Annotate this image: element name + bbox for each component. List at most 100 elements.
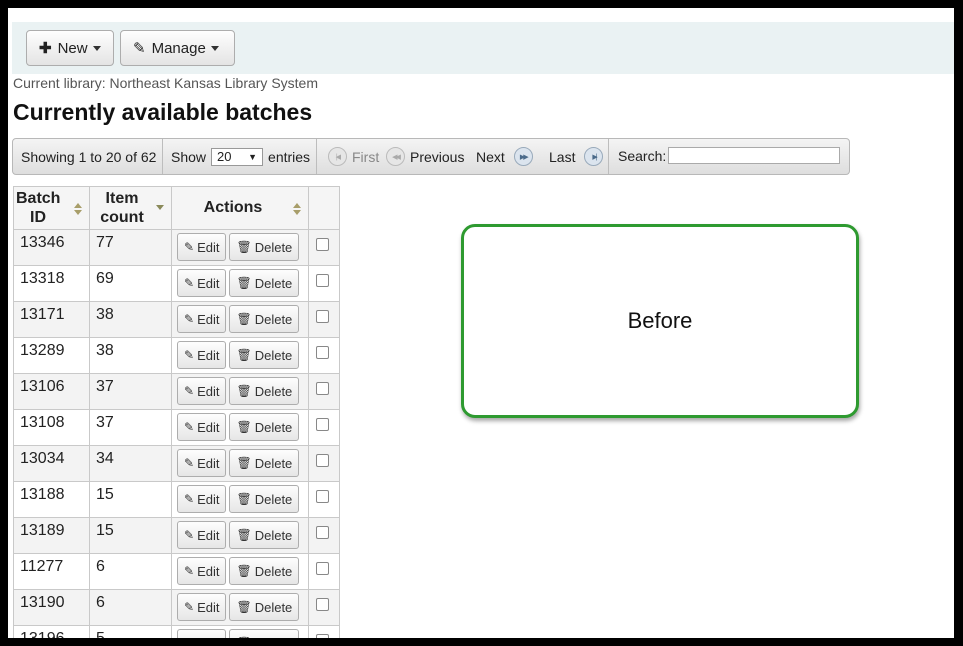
item-count-cell: 5: [89, 625, 172, 638]
column-header-item-count[interactable]: Item count: [89, 186, 172, 230]
row-checkbox[interactable]: [316, 526, 329, 539]
row-checkbox[interactable]: [316, 310, 329, 323]
edit-button[interactable]: ✎Edit: [177, 629, 227, 639]
edit-button[interactable]: ✎Edit: [177, 557, 227, 585]
row-checkbox[interactable]: [316, 634, 329, 638]
batch-id-cell: 13034: [13, 445, 90, 482]
select-cell: [308, 517, 340, 554]
annotation-callout: Before: [461, 224, 859, 418]
edit-button[interactable]: ✎Edit: [177, 341, 227, 369]
select-cell: [308, 301, 340, 338]
edit-icon: ✎: [184, 420, 195, 434]
actions-cell: ✎Edit🗑Delete: [171, 373, 309, 410]
page-title: Currently available batches: [13, 99, 313, 125]
trash-icon: 🗑: [236, 528, 252, 542]
edit-button[interactable]: ✎Edit: [177, 593, 227, 621]
page-size-control: Show 20 ▼ entries: [171, 139, 310, 174]
new-button-label: New: [57, 39, 88, 57]
actions-cell: ✎Edit🗑Delete: [171, 265, 309, 302]
edit-button-label: Edit: [197, 599, 220, 615]
last-page-button[interactable]: Last ▶|: [549, 139, 604, 174]
manage-button[interactable]: ✎ Manage: [120, 30, 235, 66]
edit-button[interactable]: ✎Edit: [177, 305, 227, 333]
next-page-button[interactable]: Next ▶▶: [476, 139, 533, 174]
first-page-button[interactable]: |◀ First: [328, 139, 379, 174]
actions-cell: ✎Edit🗑Delete: [171, 229, 309, 266]
row-checkbox[interactable]: [316, 238, 329, 251]
select-cell: [308, 373, 340, 410]
delete-button[interactable]: 🗑Delete: [229, 557, 300, 585]
delete-button[interactable]: 🗑Delete: [229, 341, 300, 369]
edit-button[interactable]: ✎Edit: [177, 449, 227, 477]
actions-cell: ✎Edit🗑Delete: [171, 553, 309, 590]
delete-button-label: Delete: [254, 599, 293, 615]
table-row: 11277 6 ✎ Edit 🗑 Delete: [13, 553, 340, 590]
annotation-text: Before: [627, 308, 693, 333]
delete-button[interactable]: 🗑Delete: [229, 449, 300, 477]
delete-button-label: Delete: [254, 419, 293, 435]
trash-icon: 🗑: [236, 492, 252, 506]
item-count-cell: 69: [89, 265, 172, 302]
actions-cell: ✎Edit🗑Delete: [171, 337, 309, 374]
batch-id-cell: 13189: [13, 517, 90, 554]
delete-button[interactable]: 🗑Delete: [229, 521, 300, 549]
delete-button[interactable]: 🗑Delete: [229, 233, 300, 261]
edit-icon: ✎: [133, 40, 146, 57]
row-checkbox[interactable]: [316, 454, 329, 467]
row-checkbox[interactable]: [316, 418, 329, 431]
column-header-batch-id[interactable]: Batch ID: [13, 186, 90, 230]
actions-cell: ✎Edit🗑Delete: [171, 445, 309, 482]
edit-button-label: Edit: [197, 527, 220, 543]
row-checkbox[interactable]: [316, 490, 329, 503]
table-row: 13346 77 ✎ Edit 🗑 Delete: [13, 229, 340, 266]
edit-button[interactable]: ✎Edit: [177, 521, 227, 549]
edit-button-label: Edit: [197, 563, 220, 579]
row-checkbox[interactable]: [316, 382, 329, 395]
delete-button[interactable]: 🗑Delete: [229, 377, 300, 405]
new-button[interactable]: ✚ New: [26, 30, 114, 66]
row-checkbox[interactable]: [316, 598, 329, 611]
edit-button[interactable]: ✎Edit: [177, 413, 227, 441]
delete-button-label: Delete: [254, 563, 293, 579]
delete-button[interactable]: 🗑Delete: [229, 593, 300, 621]
delete-button[interactable]: 🗑Delete: [229, 629, 300, 638]
page-size-select[interactable]: 20 ▼: [211, 147, 264, 166]
edit-icon: ✎: [184, 600, 195, 614]
edit-icon: ✎: [184, 456, 195, 470]
edit-button[interactable]: ✎Edit: [177, 269, 227, 297]
previous-page-button[interactable]: ◀◀ Previous: [386, 139, 464, 174]
column-header-actions[interactable]: Actions: [171, 186, 309, 230]
row-checkbox[interactable]: [316, 274, 329, 287]
delete-button[interactable]: 🗑Delete: [229, 305, 300, 333]
table-row: 13190 6 ✎ Edit 🗑 Delete: [13, 589, 340, 626]
row-checkbox[interactable]: [316, 346, 329, 359]
edit-button-label: Edit: [197, 491, 220, 507]
table-pager: Showing 1 to 20 of 62 Show 20 ▼ entries …: [12, 138, 850, 175]
table-row: 13171 38 ✎ Edit 🗑 Delete: [13, 301, 340, 338]
toolbar: ✚ New ✎ Manage: [12, 22, 954, 74]
edit-button[interactable]: ✎Edit: [177, 233, 227, 261]
actions-cell: ✎Edit🗑Delete: [171, 517, 309, 554]
plus-icon: ✚: [39, 40, 52, 57]
select-cell: [308, 445, 340, 482]
select-cell: [308, 589, 340, 626]
edit-button-label: Edit: [197, 636, 219, 639]
item-count-cell: 6: [89, 589, 172, 626]
row-checkbox[interactable]: [316, 562, 329, 575]
delete-button[interactable]: 🗑Delete: [229, 413, 300, 441]
delete-button-label: Delete: [254, 347, 293, 363]
delete-button-label: Delete: [254, 491, 293, 507]
edit-button[interactable]: ✎Edit: [177, 485, 227, 513]
edit-button[interactable]: ✎Edit: [177, 377, 227, 405]
batch-id-cell: 13108: [13, 409, 90, 446]
actions-cell: ✎Edit🗑Delete: [171, 589, 309, 626]
search-control: Search:: [618, 138, 841, 173]
search-input[interactable]: [668, 147, 841, 164]
delete-button[interactable]: 🗑Delete: [229, 269, 300, 297]
delete-button[interactable]: 🗑Delete: [229, 485, 300, 513]
item-count-cell: 37: [89, 373, 172, 410]
next-page-icon: ▶▶: [513, 147, 533, 166]
edit-button-label: Edit: [197, 383, 220, 399]
select-cell: [308, 229, 340, 266]
chevron-down-icon: ▼: [248, 151, 258, 162]
